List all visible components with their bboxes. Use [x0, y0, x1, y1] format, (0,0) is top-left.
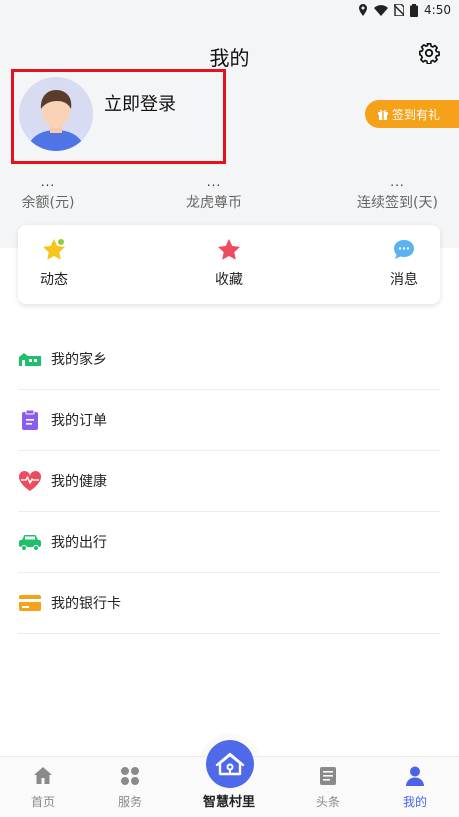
stat-balance-label: 余额(元)	[21, 195, 75, 211]
gift-icon	[378, 109, 388, 120]
star-icon	[218, 239, 240, 260]
clipboard-icon	[18, 408, 42, 432]
status-icons: 4:50	[358, 3, 451, 17]
stat-coins-value: ...	[206, 175, 222, 189]
stat-sign-days-value: ...	[390, 175, 405, 189]
tab-smart-village-button[interactable]	[206, 740, 254, 788]
gear-icon	[419, 43, 440, 65]
menu-item-health[interactable]: 我的健康	[18, 451, 440, 512]
bank-card-icon	[18, 591, 42, 615]
menu-item-health-label: 我的健康	[51, 474, 107, 490]
menu-item-travel[interactable]: 我的出行	[18, 512, 440, 573]
tab-smart-village-label[interactable]: 智慧村里	[189, 791, 269, 810]
login-highlight-box	[11, 69, 226, 164]
hometown-icon	[18, 347, 42, 371]
menu-item-hometown[interactable]: 我的家乡	[18, 329, 440, 390]
quick-actions-card: 动态 收藏 消息	[18, 225, 440, 304]
sign-in-label: 签到有礼	[392, 107, 441, 122]
home-icon	[34, 767, 52, 784]
stat-sign-days[interactable]: ... 连续签到(天)	[350, 176, 445, 212]
stat-balance[interactable]: ... 余额(元)	[18, 176, 78, 212]
grid-icon	[121, 767, 139, 785]
battery-icon	[410, 3, 419, 17]
heart-pulse-icon	[18, 469, 42, 493]
quick-action-dynamic[interactable]: 动态	[24, 237, 84, 289]
tab-news-label: 头条	[315, 795, 340, 809]
stat-coins[interactable]: ... 龙虎尊币	[174, 176, 254, 212]
stat-coins-label: 龙虎尊币	[186, 195, 242, 211]
tab-news[interactable]: 头条	[298, 765, 358, 810]
quick-action-messages-label: 消息	[390, 272, 418, 288]
quick-action-dynamic-label: 动态	[40, 272, 68, 288]
stat-balance-value: ...	[40, 175, 56, 189]
tab-home[interactable]: 首页	[13, 765, 73, 810]
status-bar: 4:50	[0, 0, 459, 20]
menu-list: 我的家乡 我的订单 我的健康 我的出行 我的银行卡	[18, 329, 440, 634]
settings-button[interactable]	[418, 42, 440, 65]
status-time: 4:50	[424, 3, 451, 17]
no-sim-icon	[394, 4, 405, 16]
menu-item-orders-label: 我的订单	[51, 413, 107, 429]
page-title: 我的	[209, 46, 250, 70]
chat-bubble-icon	[394, 240, 414, 259]
menu-item-bank-card[interactable]: 我的银行卡	[18, 573, 440, 634]
location-icon	[359, 4, 368, 16]
quick-action-messages[interactable]: 消息	[374, 237, 434, 289]
tab-service-label: 服务	[117, 795, 142, 809]
user-icon	[406, 766, 424, 786]
stat-sign-days-label: 连续签到(天)	[357, 195, 438, 211]
sign-in-reward-button[interactable]: 签到有礼	[365, 100, 459, 128]
tab-home-label: 首页	[30, 795, 55, 809]
menu-item-travel-label: 我的出行	[51, 535, 107, 551]
quick-action-favorites[interactable]: 收藏	[199, 237, 259, 289]
smart-village-icon	[215, 752, 245, 776]
wifi-icon	[374, 4, 389, 16]
menu-item-bank-card-label: 我的银行卡	[51, 596, 121, 612]
car-icon	[18, 530, 42, 554]
tab-mine[interactable]: 我的	[385, 765, 445, 810]
menu-item-orders[interactable]: 我的订单	[18, 390, 440, 451]
quick-action-favorites-label: 收藏	[215, 272, 243, 288]
menu-item-hometown-label: 我的家乡	[51, 352, 107, 368]
news-icon	[320, 767, 336, 785]
tab-service[interactable]: 服务	[100, 765, 160, 810]
tab-mine-label: 我的	[402, 795, 427, 809]
star-badge-icon	[43, 239, 65, 260]
